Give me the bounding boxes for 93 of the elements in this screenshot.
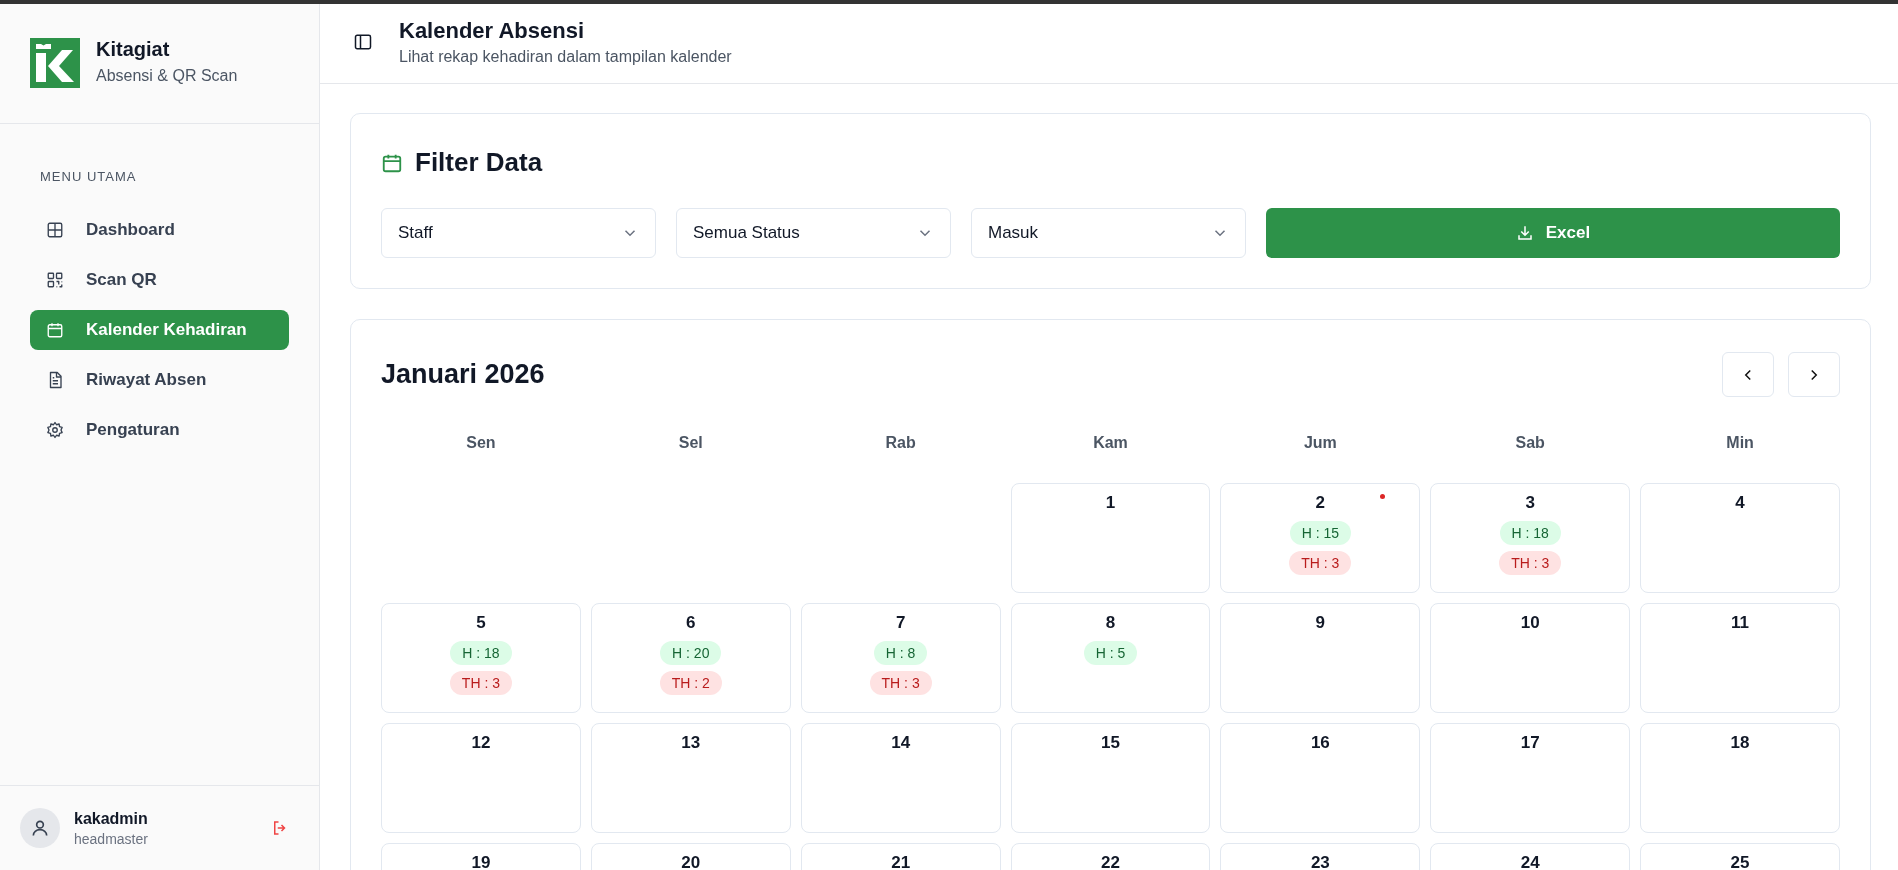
day-cell[interactable]: 24 [1430, 843, 1631, 870]
day-number: 19 [471, 853, 491, 870]
day-cell[interactable]: 3 H : 18 TH : 3 [1430, 483, 1631, 593]
page-title: Kalender Absensi [399, 17, 586, 44]
day-number: 14 [891, 733, 911, 753]
filter-title: Filter Data [415, 147, 543, 178]
day-cell[interactable]: 1 [1010, 483, 1211, 593]
day-cell[interactable]: 11 [1640, 603, 1840, 713]
logo-icon [30, 38, 80, 88]
absent-count: TH : 3 [869, 671, 932, 695]
dropdown[interactable]: Staff [381, 208, 656, 258]
sidebar-item[interactable]: Riwayat Absen [30, 360, 289, 400]
day-cell[interactable]: 18 [1640, 723, 1840, 833]
day-number: 5 [476, 613, 486, 633]
sidebar-item[interactable]: Kalender Kehadiran [30, 310, 289, 350]
day-number: 9 [1315, 613, 1326, 633]
day-number: 24 [1520, 853, 1540, 870]
day-cell[interactable]: 19 [381, 843, 581, 870]
user-icon [30, 818, 50, 838]
calendar-icon [46, 321, 64, 339]
dropdown[interactable]: Semua Status [676, 208, 951, 258]
day-cell[interactable]: 4 [1640, 483, 1840, 593]
absent-count: TH : 2 [659, 671, 722, 695]
day-number: 7 [895, 613, 906, 633]
day-number: 11 [1731, 613, 1750, 633]
day-number: 2 [1315, 493, 1326, 513]
absent-count: TH : 3 [1499, 551, 1562, 575]
day-cell[interactable]: 7 H : 8 TH : 3 [800, 603, 1001, 713]
user-name: kakadmin [74, 809, 149, 828]
weekday-label: Kam [1092, 433, 1129, 453]
day-number: 13 [681, 733, 701, 753]
day-cell[interactable]: 17 [1430, 723, 1631, 833]
day-number: 18 [1730, 733, 1750, 753]
day-cell[interactable]: 25 [1640, 843, 1840, 870]
qr-code-icon [46, 271, 64, 289]
day-cell[interactable]: 14 [800, 723, 1001, 833]
present-count: H : 8 [873, 641, 928, 665]
day-cell[interactable]: 10 [1430, 603, 1631, 713]
day-cell[interactable]: 16 [1220, 723, 1421, 833]
day-number: 23 [1310, 853, 1330, 870]
absent-count: TH : 3 [1289, 551, 1352, 575]
user-role: headmaster [74, 830, 149, 847]
grid-icon [46, 221, 64, 239]
present-count: H : 15 [1289, 521, 1352, 545]
day-cell[interactable]: 12 [381, 723, 581, 833]
day-number: 22 [1101, 853, 1120, 870]
day-number: 25 [1730, 853, 1750, 870]
day-number: 1 [1105, 493, 1116, 513]
day-number: 3 [1525, 493, 1535, 513]
dropdown[interactable]: Masuk [971, 208, 1246, 258]
day-cell[interactable]: 15 [1010, 723, 1211, 833]
excel-export-button[interactable]: Excel [1266, 208, 1840, 258]
day-cell[interactable]: 21 [800, 843, 1001, 870]
day-number: 8 [1105, 613, 1116, 633]
present-count: H : 20 [660, 641, 722, 665]
weekday-label: Sen [465, 433, 497, 453]
day-cell[interactable]: 6 H : 20 TH : 2 [590, 603, 791, 713]
day-number: 15 [1101, 733, 1120, 753]
day-number: 20 [681, 853, 701, 870]
day-cell[interactable]: 8 H : 5 [1010, 603, 1211, 713]
day-cell[interactable]: 20 [590, 843, 791, 870]
weekday-label: Min [1725, 433, 1755, 453]
present-count: H : 18 [1499, 521, 1561, 545]
sidebar-item[interactable]: Dashboard [30, 210, 289, 250]
day-number: 16 [1310, 733, 1330, 753]
weekday-label: Sel [677, 433, 704, 453]
app-name: Kitagiat [96, 38, 171, 61]
weekday-label: Jum [1302, 433, 1338, 453]
day-cell[interactable]: 2 H : 15 TH : 3 [1220, 483, 1421, 593]
day-number: 21 [891, 853, 911, 870]
download-icon [1515, 224, 1534, 242]
absent-count: TH : 3 [449, 671, 512, 695]
app-tagline: Absensi & QR Scan [96, 67, 238, 85]
day-number: 12 [471, 733, 491, 753]
menu-section-label: MENU UTAMA [39, 169, 138, 184]
month-title: Januari 2026 [381, 359, 545, 390]
settings-icon [46, 421, 64, 439]
day-cell[interactable]: 9 [1220, 603, 1421, 713]
weekday-label: Rab [884, 433, 917, 453]
present-count: H : 18 [450, 641, 512, 665]
day-number: 10 [1520, 613, 1540, 633]
day-number: 17 [1520, 733, 1540, 753]
day-cell[interactable]: 23 [1220, 843, 1421, 870]
day-cell[interactable]: 22 [1010, 843, 1211, 870]
day-cell[interactable]: 13 [590, 723, 791, 833]
present-count: H : 5 [1083, 641, 1138, 665]
sidebar-item[interactable]: Pengaturan [30, 410, 289, 450]
day-cell[interactable]: 5 H : 18 TH : 3 [381, 603, 581, 713]
page-subtitle: Lihat rekap kehadiran dalam tampilan kalender [399, 47, 732, 66]
day-number: 4 [1735, 493, 1745, 513]
sidebar-item[interactable]: Scan QR [30, 260, 289, 300]
weekday-label: Sab [1514, 433, 1546, 453]
day-number: 6 [686, 613, 696, 633]
